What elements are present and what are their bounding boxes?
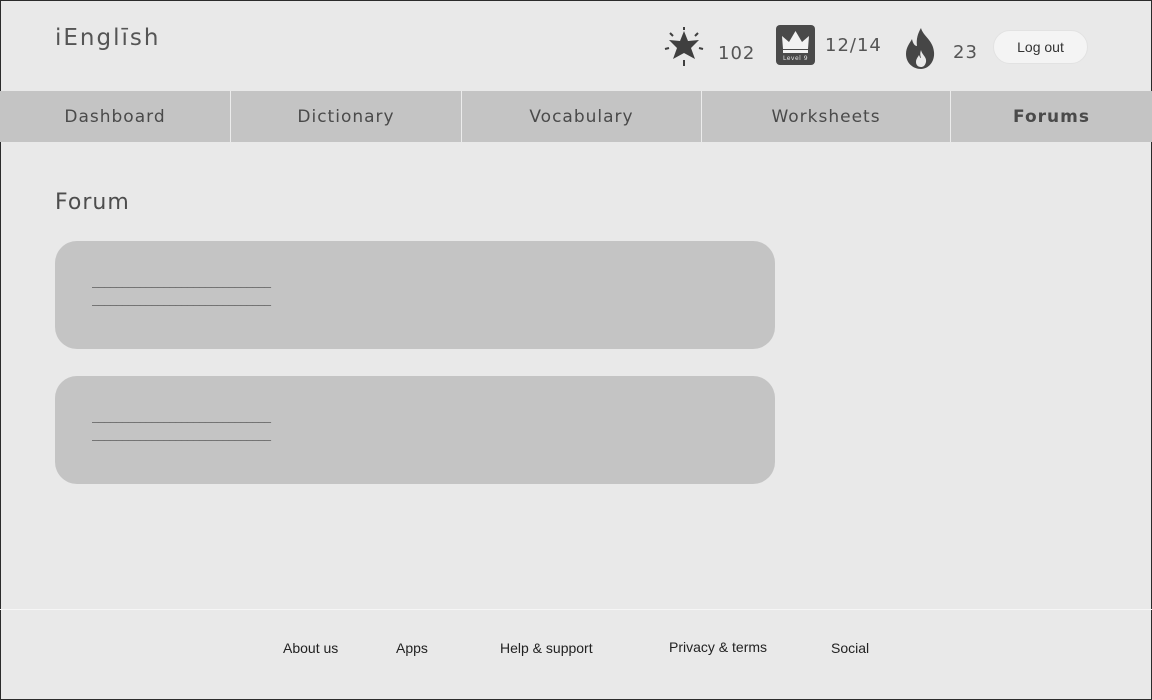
footer-link-apps[interactable]: Apps xyxy=(396,640,428,656)
streak-stat: 23 xyxy=(903,26,978,74)
tab-forums[interactable]: Forums xyxy=(951,91,1152,142)
post-line: ______________________________ xyxy=(92,427,271,441)
tab-dictionary[interactable]: Dictionary xyxy=(231,91,462,142)
xp-value: 102 xyxy=(718,42,756,64)
footer-link-social[interactable]: Social xyxy=(831,640,869,656)
app-logo[interactable]: iEnglīsh xyxy=(55,25,160,51)
page-title: Forum xyxy=(55,190,130,215)
tab-vocabulary[interactable]: Vocabulary xyxy=(462,91,702,142)
level-value: 12/14 xyxy=(825,34,882,56)
post-line: ______________________________ xyxy=(92,274,271,288)
footer-link-help[interactable]: Help & support xyxy=(500,640,593,656)
footer-link-about[interactable]: About us xyxy=(283,640,338,656)
post-line: ______________________________ xyxy=(92,292,271,306)
forum-post-card[interactable]: ______________________________ _________… xyxy=(55,241,775,349)
flame-icon xyxy=(903,26,939,74)
tab-dashboard[interactable]: Dashboard xyxy=(0,91,231,142)
tab-worksheets[interactable]: Worksheets xyxy=(702,91,951,142)
logout-button[interactable]: Log out xyxy=(993,30,1088,64)
crown-icon: Level 9 xyxy=(776,25,815,65)
main-nav: Dashboard Dictionary Vocabulary Workshee… xyxy=(0,91,1152,142)
xp-stat: 102 xyxy=(664,27,755,71)
post-line: ______________________________ xyxy=(92,409,271,423)
streak-value: 23 xyxy=(953,41,978,63)
footer-link-privacy[interactable]: Privacy & terms xyxy=(669,639,767,655)
forum-post-card[interactable]: ______________________________ _________… xyxy=(55,376,775,484)
level-badge-text: Level 9 xyxy=(782,55,809,62)
footer-divider xyxy=(0,609,1152,610)
level-stat: Level 9 12/14 xyxy=(776,25,882,65)
star-icon xyxy=(664,27,704,71)
